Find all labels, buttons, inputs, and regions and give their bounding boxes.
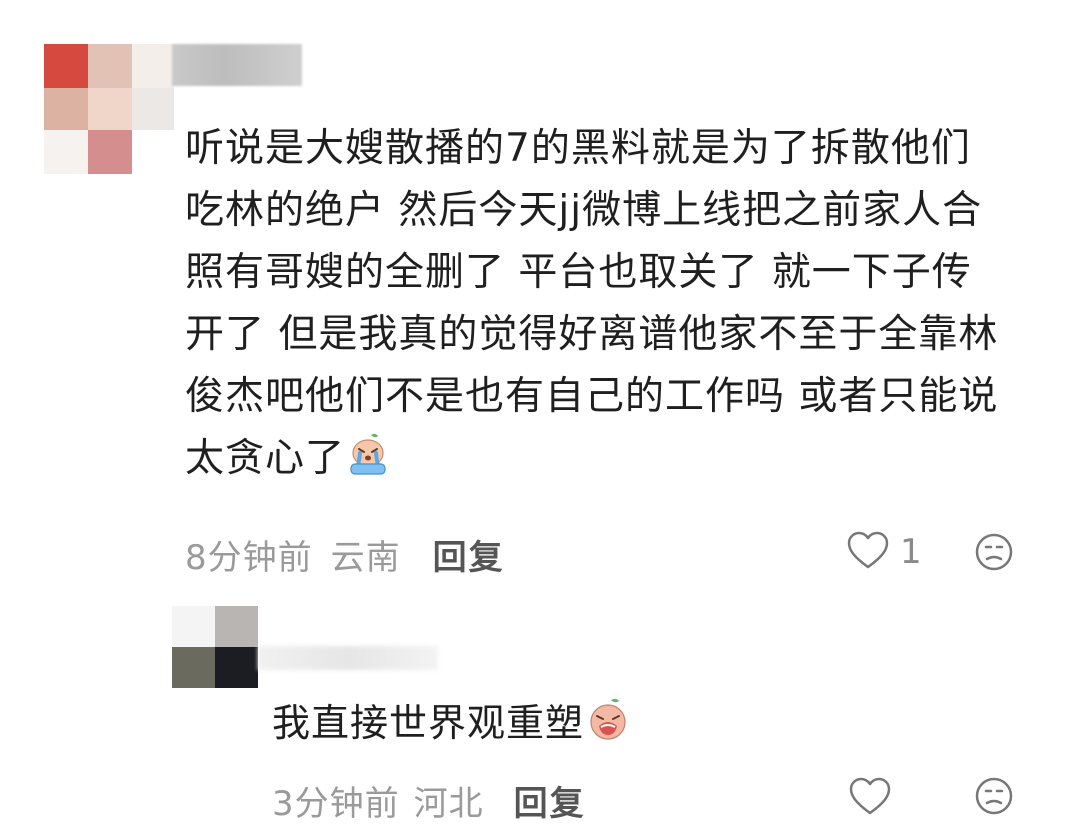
comment-meta: 3分钟前 河北 回复	[272, 776, 586, 825]
heart-outline-icon	[846, 530, 890, 574]
username-blurred[interactable]	[172, 44, 302, 86]
frown-face-icon	[974, 533, 1014, 576]
like-button[interactable]: 1	[846, 530, 922, 574]
comment-time: 8分钟前	[185, 538, 313, 578]
comment-line: 俊杰吧他们不是也有自己的工作吗 或者只能说	[185, 374, 999, 419]
comment-line: 太贪心了	[185, 436, 346, 481]
crying-face-emoji	[345, 431, 391, 477]
comment-line: 我直接世界观重塑	[272, 701, 585, 745]
comment-time: 3分钟前	[272, 784, 400, 824]
heart-outline-icon	[848, 777, 892, 820]
comment-text: 听说是大嫂散播的7的黑料就是为了拆散他们 吃林的绝户 然后今天jj微博上线把之前…	[185, 118, 1045, 490]
comment-line: 开了 但是我真的觉得好离谱他家不至于全靠林	[185, 312, 999, 357]
like-count: 1	[900, 532, 922, 572]
comment-line: 吃林的绝户 然后今天jj微博上线把之前家人合	[185, 188, 983, 233]
avatar[interactable]	[172, 606, 258, 688]
comment-location: 河北	[413, 784, 484, 824]
dislike-button[interactable]	[974, 532, 1014, 576]
avatar[interactable]	[44, 44, 174, 174]
dislike-button[interactable]	[974, 776, 1014, 820]
comment-line: 听说是大嫂散播的7的黑料就是为了拆散他们	[185, 126, 971, 171]
frown-face-icon	[974, 777, 1014, 820]
comment-line: 照有哥嫂的全删了 平台也取关了 就一下子传	[185, 250, 972, 295]
comment-meta: 8分钟前 云南 回复	[185, 530, 505, 579]
username-blurred[interactable]	[258, 646, 438, 670]
comment-location: 云南	[330, 538, 401, 578]
like-button[interactable]	[848, 776, 892, 820]
reply-button[interactable]: 回复	[514, 776, 586, 825]
reply-button[interactable]: 回复	[433, 530, 505, 579]
comment-text: 我直接世界观重塑	[272, 692, 632, 747]
crying-face-emoji	[584, 696, 632, 744]
